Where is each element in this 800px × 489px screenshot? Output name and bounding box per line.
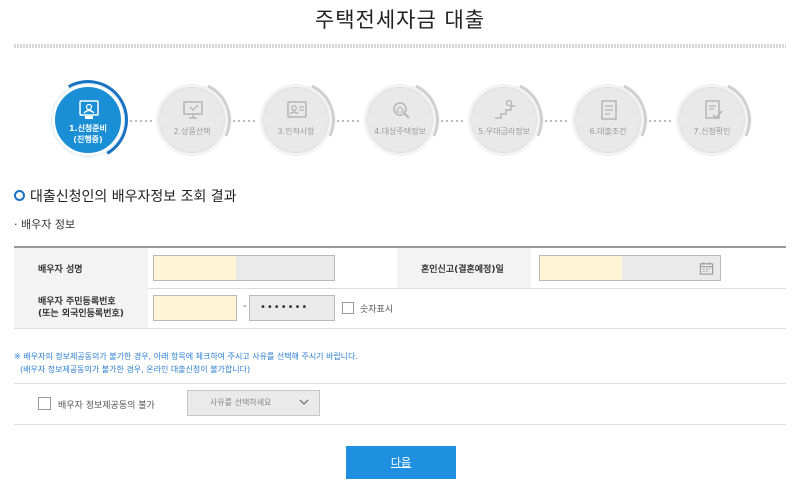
step-3-personal-info: 3.인적사항 bbox=[260, 84, 332, 156]
show-digits-checkbox[interactable] bbox=[342, 302, 354, 314]
spouse-name-field[interactable] bbox=[153, 255, 335, 281]
rrn-label: 배우자 주민등록번호 (또는 외국인등록번호) bbox=[14, 288, 148, 328]
rrn-back-field[interactable]: ••••••• bbox=[249, 295, 335, 321]
house-search-icon bbox=[393, 102, 410, 119]
rrn-front-field[interactable] bbox=[153, 295, 237, 321]
chevron-down-icon bbox=[299, 399, 309, 405]
step-5-preferential-rate: 5.우대금리정보 bbox=[468, 84, 540, 156]
rrn-separator: - bbox=[243, 301, 247, 312]
calendar-icon[interactable] bbox=[699, 261, 714, 276]
step-label: 2.상품선택 bbox=[173, 127, 211, 136]
person-card-icon bbox=[287, 101, 307, 118]
document-list-icon bbox=[601, 100, 617, 120]
page-title: 주택전세자금 대출 bbox=[314, 8, 486, 32]
consent-unavailable-label: 배우자 정보제공동의 불가 bbox=[58, 401, 155, 411]
consent-unavailable-checkbox[interactable] bbox=[38, 397, 51, 410]
consent-row: 배우자 정보제공동의 불가 사유를 선택하세요 bbox=[14, 383, 786, 425]
step-label: 6.대출조건 bbox=[589, 127, 627, 136]
step-label: 7.신청확인 bbox=[693, 127, 731, 136]
step-connector bbox=[130, 120, 154, 122]
next-button[interactable]: 다음 bbox=[346, 446, 456, 479]
title-divider bbox=[14, 44, 786, 48]
form-row: 배우자 주민등록번호 (또는 외국인등록번호) - ••••••• 숫자표시 bbox=[14, 288, 786, 329]
bullet-ring-icon bbox=[14, 190, 25, 201]
id-card-icon bbox=[79, 100, 99, 119]
reason-select[interactable]: 사유를 선택하세요 bbox=[187, 390, 320, 416]
step-label: 3.인적사항 bbox=[277, 127, 315, 136]
marriage-date-label: 혼인신고(결혼예정)일 bbox=[397, 248, 531, 288]
step-2-product: 2.상품선택 bbox=[156, 84, 228, 156]
step-label: 4.대상주택정보 bbox=[374, 127, 426, 136]
step-status: (진행중) bbox=[73, 135, 103, 144]
section-title: 대출신청인의 배우자정보 조회 결과 bbox=[30, 189, 237, 205]
notice-text: ※ 배우자의 정보제공동의가 불가한 경우, 아래 항목에 체크하여 주시고 사… bbox=[14, 352, 359, 374]
step-7-confirm: 7.신청확인 bbox=[676, 84, 748, 156]
computer-icon bbox=[183, 101, 203, 119]
spouse-name-label: 배우자 성명 bbox=[14, 248, 148, 288]
step-connector bbox=[649, 120, 673, 122]
step-connector bbox=[233, 120, 257, 122]
marriage-date-field[interactable] bbox=[539, 255, 721, 281]
step-label: 1.신청준비 bbox=[68, 124, 108, 133]
confirm-document-icon bbox=[705, 100, 723, 120]
progress-steps: 1.신청준비 (진행중) 2.상품선택 3.인적사항 4.대상주택정보 5.우대… bbox=[0, 78, 800, 168]
step-4-target-house: 4.대상주택정보 bbox=[364, 84, 436, 156]
step-1-apply-prep: 1.신청준비 (진행중) bbox=[52, 84, 124, 156]
form-row: 배우자 성명 혼인신고(결혼예정)일 bbox=[14, 246, 786, 289]
step-connector bbox=[441, 120, 465, 122]
step-connector bbox=[545, 120, 569, 122]
step-6-loan-terms: 6.대출조건 bbox=[572, 84, 644, 156]
rate-stairs-icon bbox=[495, 99, 515, 119]
step-connector bbox=[337, 120, 361, 122]
section-subtitle: · 배우자 정보 bbox=[14, 218, 76, 231]
show-digits-label: 숫자표시 bbox=[360, 305, 394, 315]
step-label: 5.우대금리정보 bbox=[478, 127, 530, 136]
